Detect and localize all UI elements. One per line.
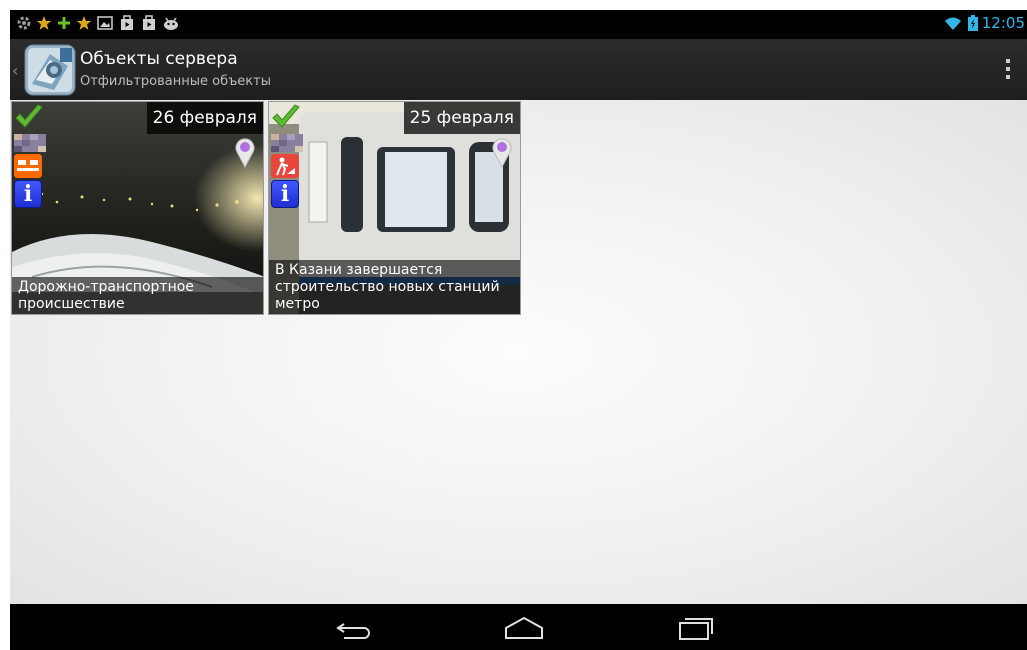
app-logo-icon[interactable] bbox=[24, 44, 76, 96]
up-caret-icon[interactable]: ‹ bbox=[12, 61, 18, 80]
object-tile[interactable]: 26 февраля i Дорожно-транспортное происш… bbox=[11, 101, 264, 315]
shop-icon bbox=[143, 15, 155, 30]
page-title: Объекты сервера bbox=[80, 49, 238, 69]
thumbnail-mosaic-icon bbox=[271, 134, 303, 152]
recent-apps-icon[interactable] bbox=[672, 612, 720, 644]
check-icon bbox=[272, 104, 300, 128]
info-icon[interactable]: i bbox=[14, 180, 42, 208]
info-icon[interactable]: i bbox=[271, 180, 299, 208]
android-icon bbox=[164, 17, 178, 30]
battery-charging-icon bbox=[968, 15, 978, 31]
status-clock: 12:05 bbox=[981, 14, 1025, 32]
status-bar: 12:05 bbox=[10, 10, 1027, 39]
image-icon bbox=[97, 16, 113, 30]
objects-grid: 26 февраля i Дорожно-транспортное происш… bbox=[10, 100, 1027, 604]
map-pin-icon[interactable] bbox=[233, 136, 257, 168]
object-caption: Дорожно-транспортное происшествие bbox=[12, 277, 263, 314]
device-screen: 12:05 ‹ Объекты сервера Отфильтрованные … bbox=[10, 10, 1027, 650]
shop-icon bbox=[121, 15, 133, 30]
page-subtitle: Отфильтрованные объекты bbox=[80, 74, 271, 89]
overflow-menu-icon[interactable] bbox=[1001, 56, 1015, 84]
construction-icon bbox=[271, 154, 299, 178]
object-date: 25 февраля bbox=[403, 102, 520, 134]
check-icon bbox=[15, 104, 43, 128]
plus-icon bbox=[58, 17, 70, 29]
wifi-icon bbox=[945, 17, 961, 30]
star-icon bbox=[77, 16, 91, 30]
object-date: 26 февраля bbox=[146, 102, 263, 134]
object-caption: В Казани завершается строительство новых… bbox=[269, 260, 520, 314]
thumbnail-mosaic-icon bbox=[14, 134, 46, 152]
settings-icon bbox=[17, 16, 31, 30]
star-icon bbox=[37, 16, 51, 30]
home-icon[interactable] bbox=[500, 612, 548, 644]
object-tile[interactable]: 25 февраля i В Казани завершается строит… bbox=[268, 101, 521, 315]
navigation-bar bbox=[10, 604, 1027, 650]
map-pin-icon[interactable] bbox=[490, 136, 514, 168]
action-bar: ‹ Объекты сервера Отфильтрованные объект… bbox=[10, 39, 1027, 101]
back-icon[interactable] bbox=[330, 612, 378, 644]
accident-icon bbox=[14, 154, 42, 178]
